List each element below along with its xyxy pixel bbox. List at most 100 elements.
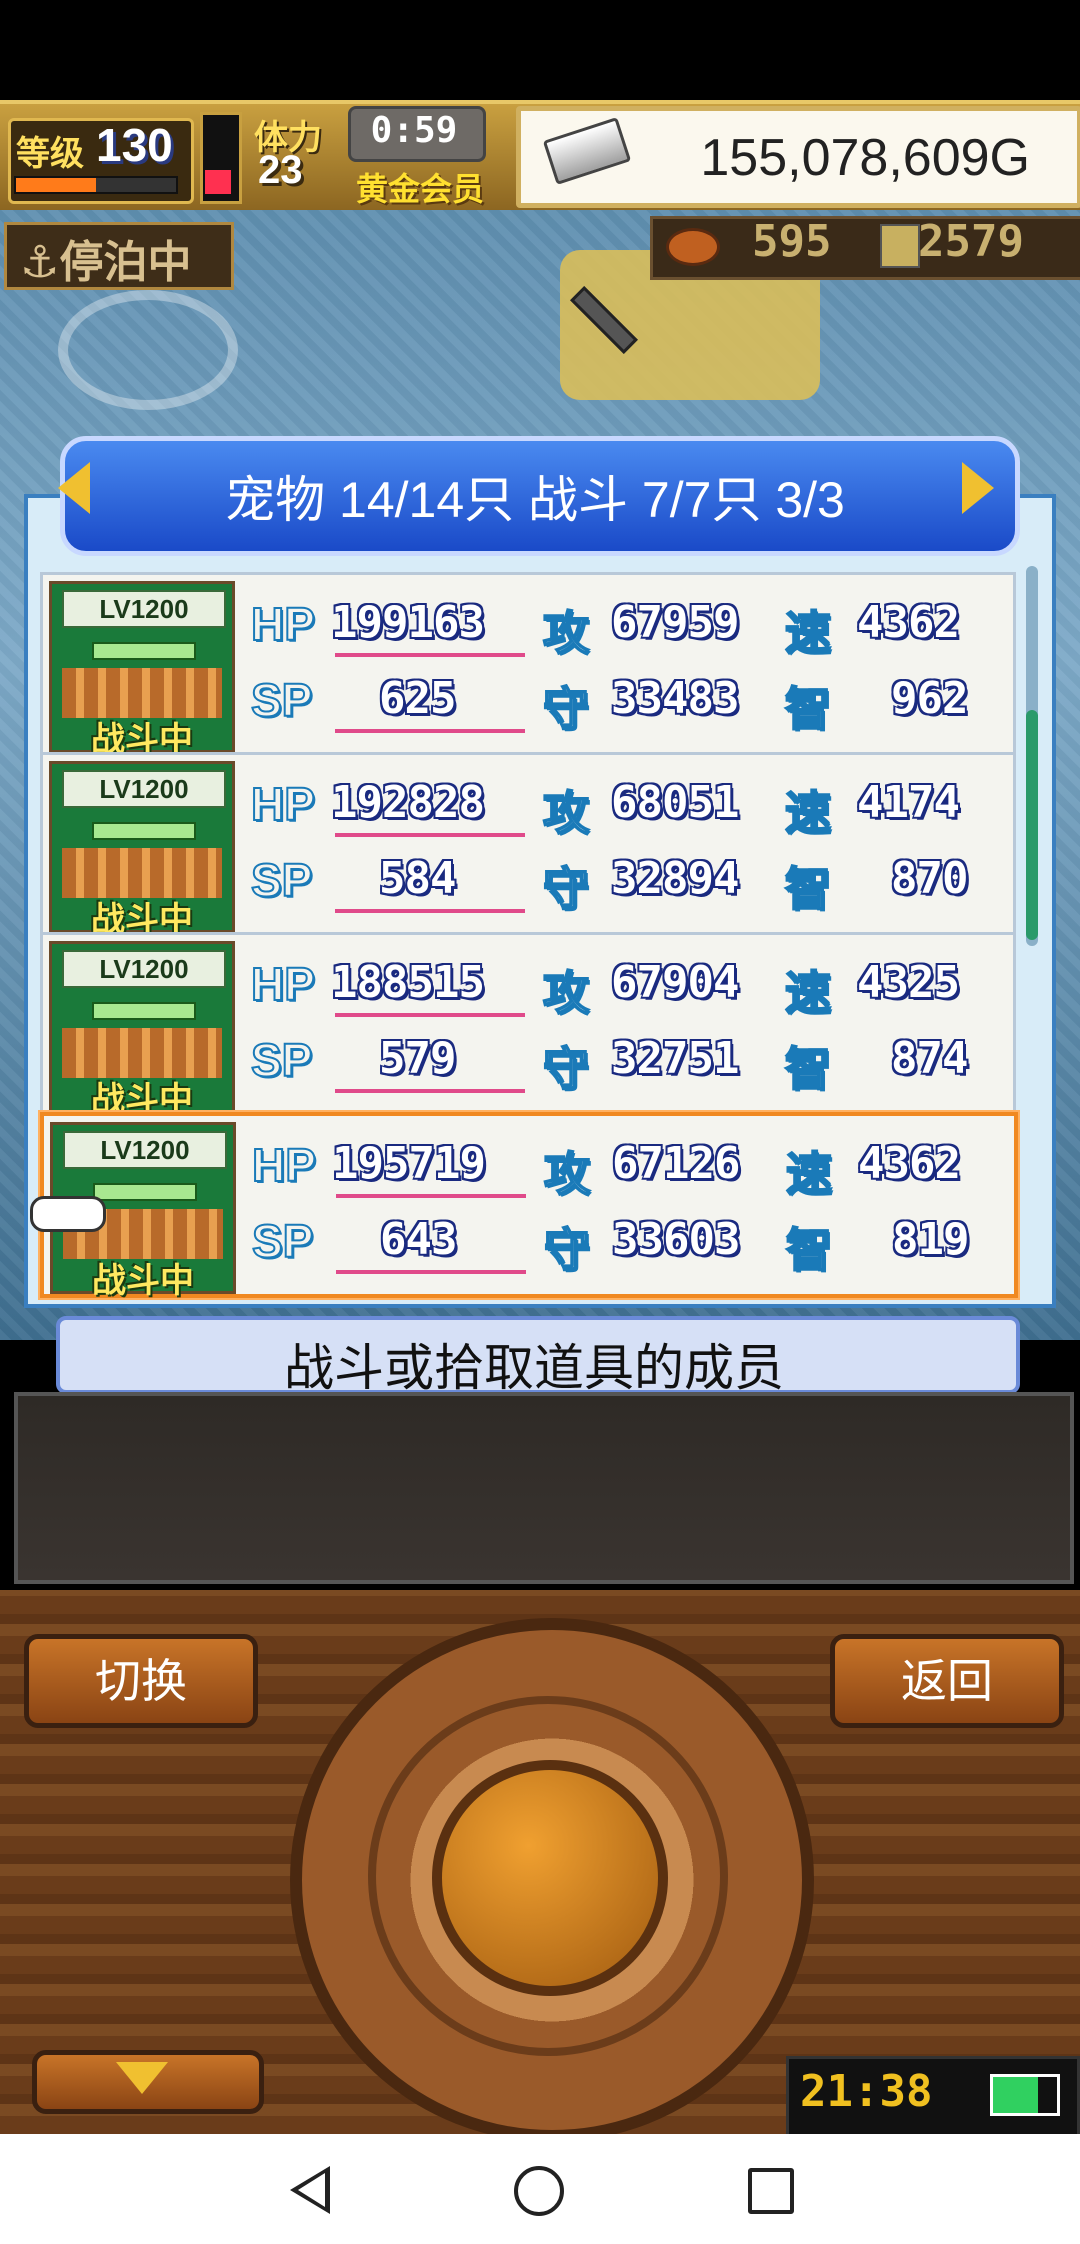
- hp-value: 188515: [331, 957, 485, 1008]
- down-arrow-icon: [116, 2062, 168, 2094]
- pet-list-scroll-thumb[interactable]: [1026, 710, 1038, 940]
- hp-label: HP: [251, 1138, 317, 1192]
- pet-row[interactable]: LV1200 战斗中 HP 195719 攻 67126 速 4362 SP 643 守 33603 智…: [40, 1112, 1018, 1300]
- next-page-arrow-icon[interactable]: [962, 462, 994, 514]
- sp-underline: [335, 909, 525, 913]
- hp-underline: [335, 833, 525, 837]
- def-label: 守: [542, 1042, 590, 1096]
- meat-icon: [666, 228, 720, 266]
- pet-row[interactable]: LV1200 战斗中 HP 188515 攻 67904 速 4325 SP 579 守 32751 智…: [40, 932, 1016, 1119]
- spd-value: 4362: [857, 597, 960, 648]
- spd-value: 4174: [857, 777, 960, 828]
- sp-underline: [335, 729, 525, 733]
- atk-value: 68051: [611, 777, 739, 828]
- stamina-value: 23: [258, 148, 303, 192]
- pet-icon: LV1200 战斗中: [49, 761, 235, 939]
- description-text: 战斗或拾取道具的成员: [284, 1340, 784, 1396]
- atk-value: 67904: [611, 957, 739, 1008]
- hp-underline: [335, 653, 525, 657]
- hp-value: 195719: [332, 1138, 486, 1189]
- int-value: 962: [891, 673, 968, 724]
- hp-value: 192828: [331, 777, 485, 828]
- hp-label: HP: [250, 777, 316, 831]
- exp-bar-fill: [16, 178, 96, 192]
- pet-level: LV1200: [62, 950, 226, 988]
- int-value: 819: [892, 1214, 969, 1265]
- level-label: 等级: [16, 135, 84, 173]
- def-value: 33603: [612, 1214, 740, 1265]
- pet-status: 战斗中: [92, 1262, 194, 1300]
- stamina-timer: 0:59: [370, 110, 458, 151]
- spd-label: 速: [784, 606, 832, 660]
- def-label: 守: [542, 682, 590, 736]
- def-value: 32751: [611, 1033, 739, 1084]
- sp-value: 625: [379, 673, 456, 724]
- membership-label: 黄金会员: [356, 171, 485, 207]
- wood-count: 2579: [918, 216, 1024, 267]
- hp-underline: [336, 1194, 526, 1198]
- sp-underline: [335, 1089, 525, 1093]
- level-value: 130: [96, 119, 173, 171]
- wood-icon: [880, 224, 920, 268]
- pet-icon: LV1200 战斗中: [49, 581, 235, 759]
- atk-label: 攻: [543, 1147, 591, 1201]
- switch-button[interactable]: 切换: [24, 1634, 258, 1728]
- map-ring-marker: [58, 290, 238, 410]
- dpad-center-button[interactable]: [432, 1760, 668, 1996]
- battery-icon: [990, 2074, 1060, 2116]
- stamina-gauge-fill: [205, 170, 231, 194]
- back-button[interactable]: 返回: [830, 1634, 1064, 1728]
- atk-value: 67126: [612, 1138, 740, 1189]
- pet-hp-bar: [92, 1002, 196, 1020]
- atk-value: 67959: [611, 597, 739, 648]
- pet-hp-bar: [92, 822, 196, 840]
- pet-sprite: [62, 668, 222, 718]
- anchor-status-text: ⚓停泊中: [20, 238, 192, 287]
- def-label: 守: [543, 1223, 591, 1277]
- int-label: 智: [784, 682, 832, 736]
- sp-value: 579: [379, 1033, 456, 1084]
- int-value: 870: [891, 853, 968, 904]
- pet-level: LV1200: [63, 1131, 227, 1169]
- int-label: 智: [784, 862, 832, 916]
- atk-label: 攻: [542, 966, 590, 1020]
- hp-label: HP: [250, 957, 316, 1011]
- nav-home-icon[interactable]: [514, 2166, 564, 2216]
- hand-pointer-icon: [30, 1196, 106, 1232]
- int-value: 874: [891, 1033, 968, 1084]
- pet-level: LV1200: [62, 590, 226, 628]
- pet-row[interactable]: LV1200 战斗中 HP 199163 攻 67959 速 4362 SP 625 守 33483 智…: [40, 572, 1016, 759]
- spd-value: 4362: [858, 1138, 961, 1189]
- spd-value: 4325: [857, 957, 960, 1008]
- nav-recent-apps-icon[interactable]: [748, 2168, 794, 2214]
- pet-panel-title: 宠物 14/14只 战斗 7/7只 3/3: [225, 472, 845, 528]
- sp-value: 584: [379, 853, 456, 904]
- spd-label: 速: [785, 1147, 833, 1201]
- atk-label: 攻: [542, 606, 590, 660]
- def-value: 32894: [611, 853, 739, 904]
- atk-label: 攻: [542, 786, 590, 840]
- hp-value: 199163: [331, 597, 485, 648]
- pet-hp-bar: [92, 642, 196, 660]
- sp-label: SP: [250, 1033, 313, 1087]
- nav-back-icon-inner: [298, 2173, 325, 2207]
- sp-underline: [336, 1270, 526, 1274]
- sp-label: SP: [250, 673, 313, 727]
- sp-value: 643: [380, 1214, 457, 1265]
- food-count: 595: [752, 216, 832, 267]
- pet-sprite: [62, 1028, 222, 1078]
- prev-page-arrow-icon[interactable]: [58, 462, 90, 514]
- def-label: 守: [542, 862, 590, 916]
- int-label: 智: [785, 1223, 833, 1277]
- spd-label: 速: [784, 966, 832, 1020]
- pet-sprite: [62, 848, 222, 898]
- pet-row[interactable]: LV1200 战斗中 HP 192828 攻 68051 速 4174 SP 584 守 32894 智…: [40, 752, 1016, 939]
- int-label: 智: [784, 1042, 832, 1096]
- status-bar-area: [0, 0, 1080, 100]
- clock: 21:38: [800, 2066, 933, 2117]
- hp-label: HP: [250, 597, 316, 651]
- pet-hp-bar: [93, 1183, 197, 1201]
- pet-level: LV1200: [62, 770, 226, 808]
- spd-label: 速: [784, 786, 832, 840]
- sp-label: SP: [251, 1214, 314, 1268]
